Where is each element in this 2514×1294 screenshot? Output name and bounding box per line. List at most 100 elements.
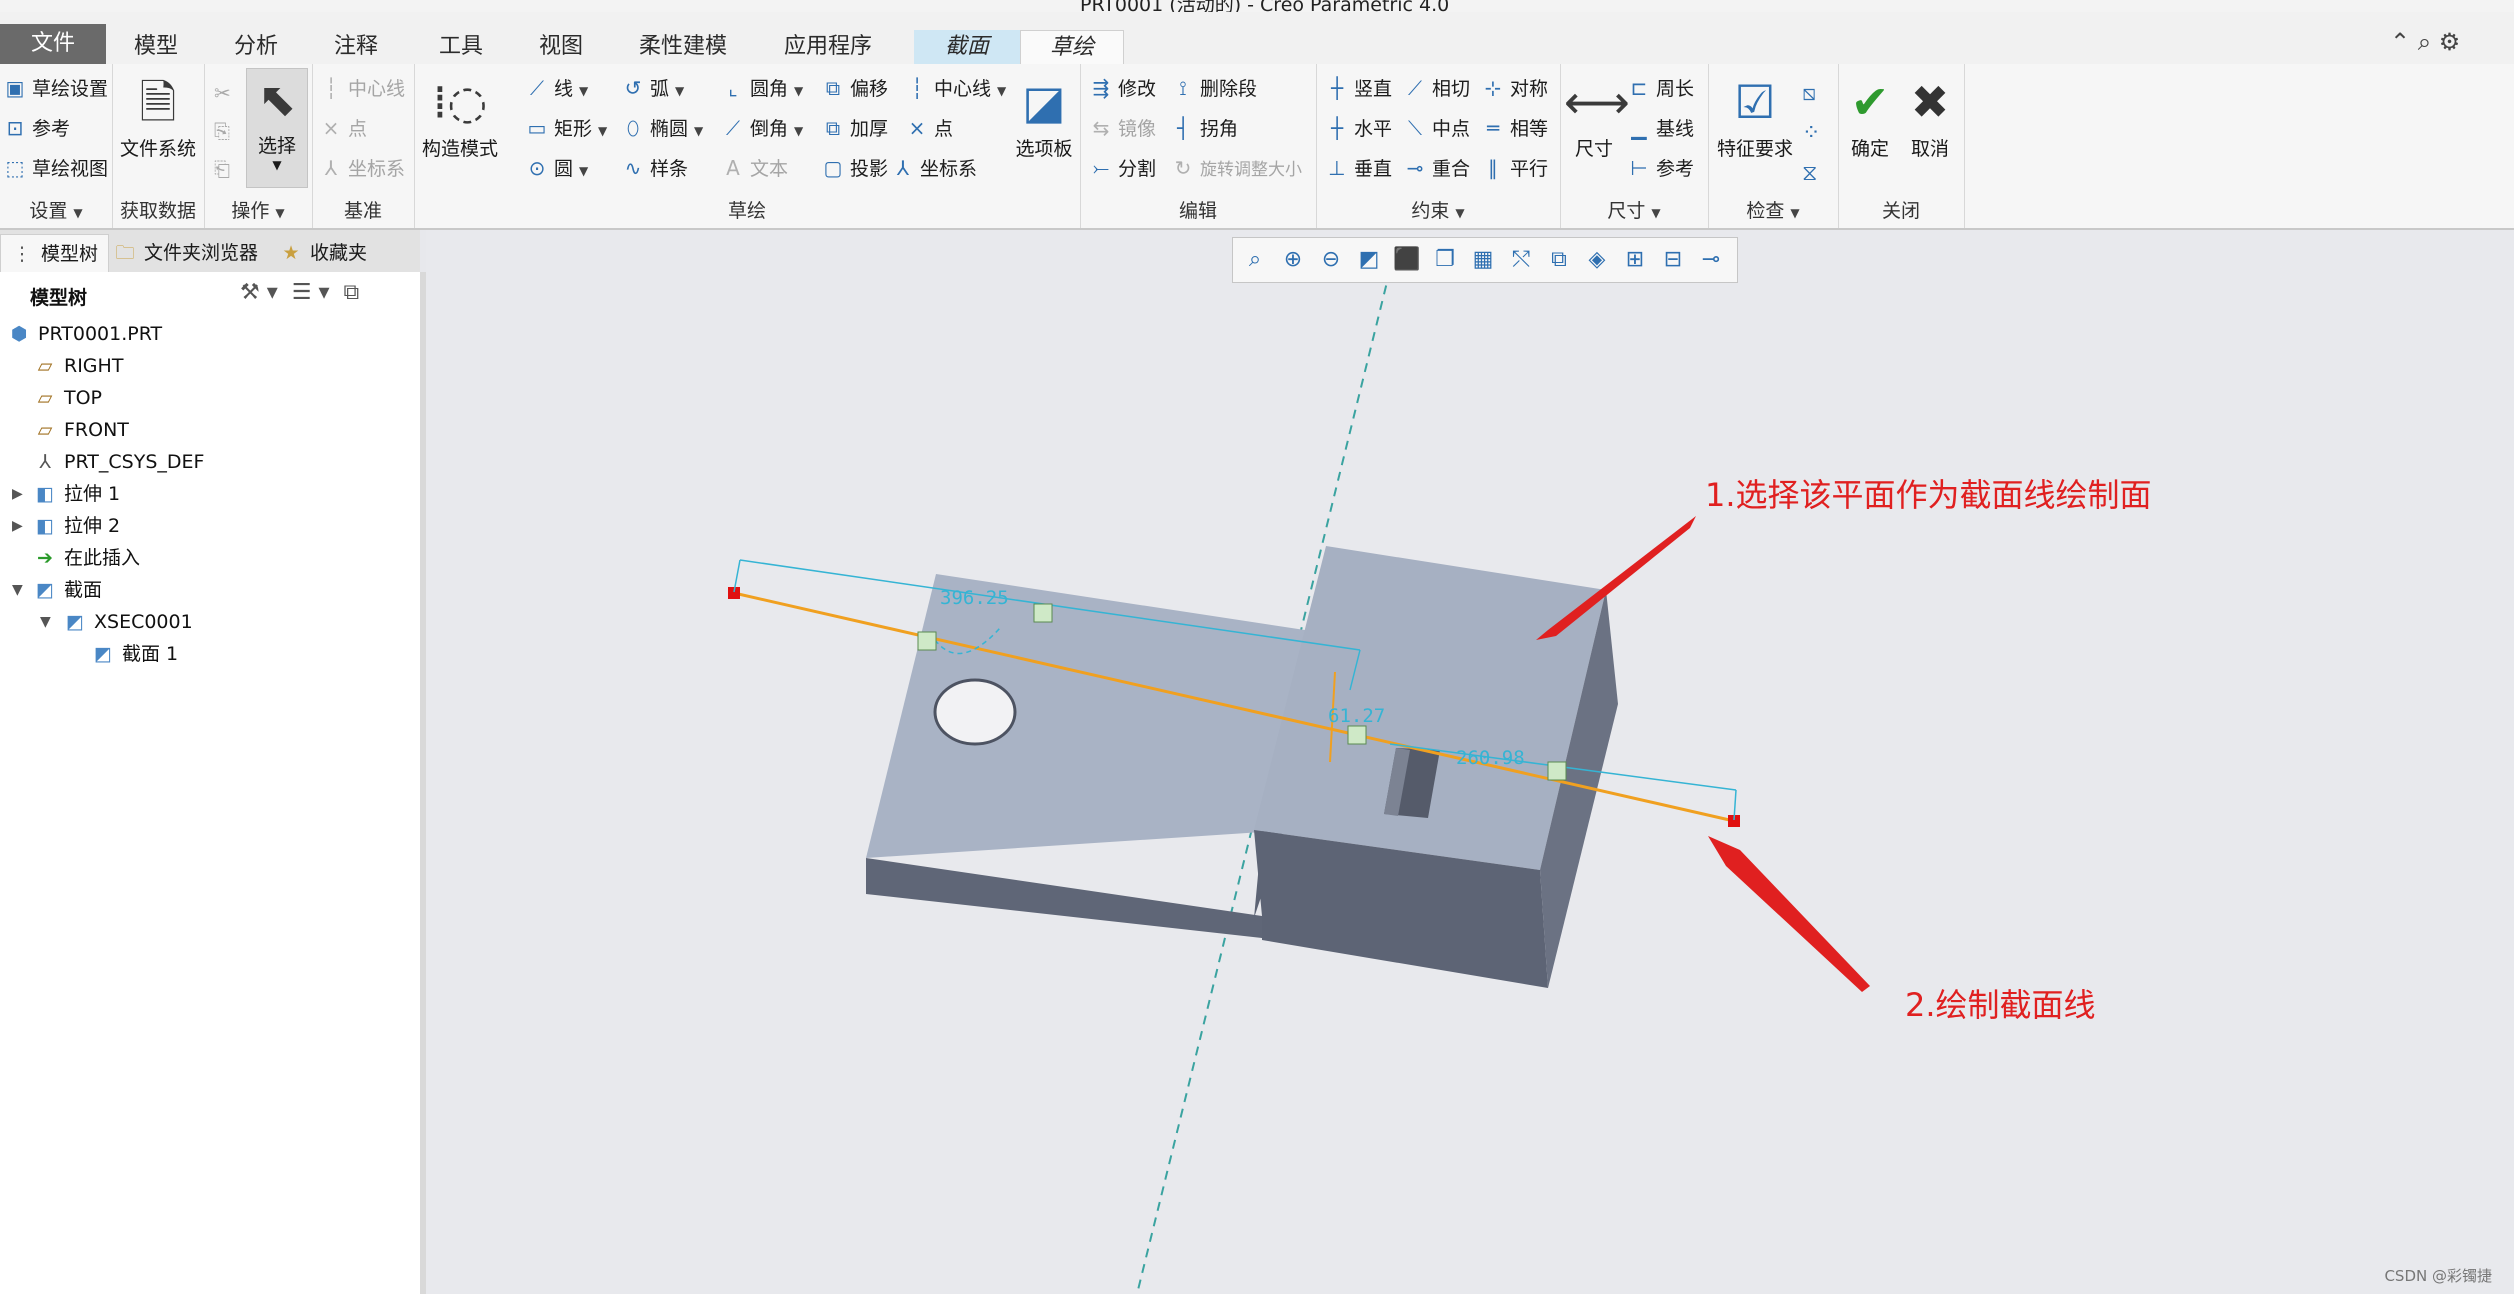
select-button[interactable]: ⬉ 选择 ▼ <box>246 68 308 188</box>
group-label-operations[interactable]: 操作 ▼ <box>204 196 312 223</box>
group-label-inspect[interactable]: 检查 ▼ <box>1708 196 1838 223</box>
palette-button[interactable]: ◪ 选项板 <box>1012 72 1076 161</box>
sketch-view-icon[interactable]: ⊞ <box>1619 244 1651 276</box>
sketch-setup-button[interactable]: ▣ 草绘设置 <box>2 70 108 106</box>
repaint-icon[interactable]: ◩ <box>1353 244 1385 276</box>
tab-tools[interactable]: 工具 <box>425 30 497 64</box>
reference-dim-button[interactable]: ⊢ 参考 <box>1626 150 1694 186</box>
rectangle-button[interactable]: ▭ 矩形 ▼ <box>524 110 608 146</box>
tree-item-insert-here[interactable]: ➔ 在此插入 <box>34 542 140 574</box>
tree-item-csys[interactable]: ⅄ PRT_CSYS_DEF <box>34 446 204 478</box>
construction-mode-button[interactable]: ⁞◌ 构造模式 <box>418 72 502 161</box>
line-button[interactable]: ⟋ 线 ▼ <box>524 70 588 106</box>
view-manager-icon[interactable]: ▦ <box>1467 244 1499 276</box>
tree-item-sections[interactable]: ◩ 截面 <box>34 574 102 606</box>
tree-item-right[interactable]: ▱ RIGHT <box>34 350 124 382</box>
equal-constraint-button[interactable]: ═ 相等 <box>1480 110 1548 146</box>
refit-icon[interactable]: ⌕ <box>1239 244 1271 276</box>
rotate-resize-button[interactable]: ↻ 旋转调整大小 <box>1170 150 1302 186</box>
collapse-arrow-icon[interactable]: ▼ <box>40 614 51 630</box>
tab-analysis[interactable]: 分析 <box>220 30 292 64</box>
tree-item-top[interactable]: ▱ TOP <box>34 382 102 414</box>
tab-flexible-modeling[interactable]: 柔性建模 <box>625 30 741 64</box>
zoom-out-icon[interactable]: ⊖ <box>1315 244 1347 276</box>
tab-applications[interactable]: 应用程序 <box>770 30 886 64</box>
saved-orientations-icon[interactable]: ❐ <box>1429 244 1461 276</box>
sketcher-display-icon[interactable]: ⊟ <box>1657 244 1689 276</box>
symmetric-constraint-button[interactable]: ⊹ 对称 <box>1480 70 1548 106</box>
group-label-setup[interactable]: 设置 ▼ <box>0 196 112 223</box>
modify-button[interactable]: ⇶ 修改 <box>1088 70 1156 106</box>
file-system-button[interactable]: 🗎 文件系统 <box>118 72 198 161</box>
tab-view[interactable]: 视图 <box>525 30 597 64</box>
datum-csys-button[interactable]: ⅄ 坐标系 <box>318 150 405 186</box>
tab-folder-browser[interactable]: 🗀 文件夹浏览器 <box>104 234 268 272</box>
tab-annotate[interactable]: 注释 <box>320 30 392 64</box>
model-viewport[interactable]: 396.25 61.27 260.98 <box>426 230 2514 1294</box>
tree-item-extrude-1[interactable]: ◧ 拉伸 1 <box>34 478 120 510</box>
perspective-icon[interactable]: ⤲ <box>1505 244 1537 276</box>
midpoint-constraint-button[interactable]: ⟍ 中点 <box>1402 110 1470 146</box>
datum-centerline-button[interactable]: ┆ 中心线 <box>318 70 405 106</box>
text-button[interactable]: A 文本 <box>720 150 788 186</box>
datum-display-icon[interactable]: ⧉ <box>1543 244 1575 276</box>
tab-model-tree[interactable]: ⋮ 模型树 <box>0 234 110 273</box>
spline-button[interactable]: ∿ 样条 <box>620 150 688 186</box>
sketch-csys-button[interactable]: ⅄ 坐标系 <box>890 150 977 186</box>
datum-plane-icon: ▱ <box>37 387 53 409</box>
model-tree-panel: 模型树 ⚒ ▾ ☰ ▾ ⧉ ⬢ PRT0001.PRT ▱ RIGHT ▱ TOP ▱… <box>0 272 426 1294</box>
tree-item-front[interactable]: ▱ FRONT <box>34 414 129 446</box>
parallel-constraint-button[interactable]: ∥ 平行 <box>1480 150 1548 186</box>
tab-model[interactable]: 模型 <box>120 30 192 64</box>
annotation-display-icon[interactable]: ◈ <box>1581 244 1613 276</box>
tree-toolbar[interactable]: ⚒ ▾ ☰ ▾ ⧉ <box>240 280 359 305</box>
sketch-point-button[interactable]: × 点 <box>904 110 953 146</box>
tree-item-xsec0001[interactable]: ◩ XSEC0001 <box>64 606 193 638</box>
expand-arrow-icon[interactable]: ▶ <box>12 486 23 502</box>
tree-item-extrude-2[interactable]: ◧ 拉伸 2 <box>34 510 120 542</box>
expand-arrow-icon[interactable]: ▶ <box>12 518 23 534</box>
display-style-icon[interactable]: ⬛ <box>1391 244 1423 276</box>
sketch-view-button[interactable]: ⬚ 草绘视图 <box>2 150 108 186</box>
thicken-button[interactable]: ⧉ 加厚 <box>820 110 888 146</box>
graphics-window[interactable]: 396.25 61.27 260.98 1.选择该平面作为截面线绘制面 2.绘制… <box>426 230 2514 1294</box>
group-label-constrain[interactable]: 约束 ▼ <box>1316 196 1560 223</box>
references-button[interactable]: ⊡ 参考 <box>2 110 70 146</box>
perimeter-button[interactable]: ⊏ 周长 <box>1626 70 1694 106</box>
tab-sketch[interactable]: 草绘 <box>1020 30 1124 65</box>
sketch-centerline-button[interactable]: ┆ 中心线 ▼ <box>904 70 1006 106</box>
collapse-arrow-icon[interactable]: ▼ <box>12 582 23 598</box>
cancel-button[interactable]: ✖ 取消 <box>1902 72 1958 161</box>
arc-button[interactable]: ↺ 弧 ▼ <box>620 70 685 106</box>
tree-item-part[interactable]: ⬢ PRT0001.PRT <box>8 318 162 350</box>
window-controls[interactable]: ⌃ ⌕ ⚙ <box>2390 28 2460 56</box>
circle-button[interactable]: ⊙ 圆 ▼ <box>524 150 589 186</box>
offset-button[interactable]: ⧉ 偏移 <box>820 70 888 106</box>
tab-file[interactable]: 文件 <box>0 24 106 64</box>
corner-button[interactable]: ┤ 拐角 <box>1170 110 1238 146</box>
ellipse-button[interactable]: ⬯ 椭圆 ▼ <box>620 110 704 146</box>
vertical-constraint-button[interactable]: ┼ 竖直 <box>1324 70 1392 106</box>
horizontal-constraint-button[interactable]: ┼ 水平 <box>1324 110 1392 146</box>
datum-point-button[interactable]: × 点 <box>318 110 367 146</box>
delete-segment-button[interactable]: ⟟ 删除段 <box>1170 70 1257 106</box>
fillet-button[interactable]: ⌞ 圆角 ▼ <box>720 70 803 106</box>
group-label-dimension[interactable]: 尺寸 ▼ <box>1560 196 1708 223</box>
divide-button[interactable]: ⤚ 分割 <box>1088 150 1156 186</box>
project-button[interactable]: ▢ 投影 <box>820 150 888 186</box>
tab-favorites[interactable]: ★ 收藏夹 <box>270 234 377 272</box>
mirror-button[interactable]: ⇆ 镜像 <box>1088 110 1156 146</box>
tangent-constraint-button[interactable]: ⟋ 相切 <box>1402 70 1470 106</box>
chamfer-button[interactable]: ⟋ 倒角 ▼ <box>720 110 803 146</box>
zoom-in-icon[interactable]: ⊕ <box>1277 244 1309 276</box>
dimension-button[interactable]: ⟷ 尺寸 <box>1564 72 1630 161</box>
tab-section[interactable]: 截面 <box>914 30 1020 64</box>
ok-button[interactable]: ✔ 确定 <box>1842 72 1898 161</box>
perpendicular-constraint-button[interactable]: ⊥ 垂直 <box>1324 150 1392 186</box>
coincident-constraint-button[interactable]: ⊸ 重合 <box>1402 150 1470 186</box>
spin-center-icon[interactable]: ⊸ <box>1695 244 1727 276</box>
inspect-tool-icons[interactable]: ⧅ ⁘ ⧖ <box>1802 74 1820 194</box>
baseline-button[interactable]: ▁ 基线 <box>1626 110 1694 146</box>
tree-item-section-1[interactable]: ◩ 截面 1 <box>92 638 178 670</box>
feature-requirements-button[interactable]: ☑ 特征要求 <box>1716 72 1794 161</box>
